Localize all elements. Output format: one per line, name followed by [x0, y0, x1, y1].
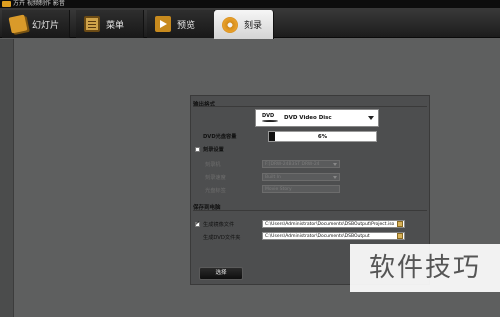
output-format-value: DVD Video Disc — [284, 115, 332, 121]
menu-icon — [84, 16, 100, 32]
chevron-down-icon — [333, 176, 337, 179]
tab-menu[interactable]: 菜单 — [76, 10, 144, 38]
folder-browse-icon[interactable] — [397, 233, 403, 239]
burner-label: 刻录机 — [205, 162, 221, 168]
burn-settings-checkbox[interactable] — [195, 147, 200, 152]
dvd-capacity-bar: 6% — [268, 131, 377, 142]
burn-settings-label: 刻录设置 — [203, 147, 224, 153]
iso-path-input[interactable]: C:\Users\Administrator\Documents\DSBOutp… — [262, 220, 405, 228]
burn-speed-value: Built In — [265, 175, 281, 180]
tab-burn[interactable]: 刻录 — [214, 10, 274, 39]
window-title: 方卉 视频制作 影音 — [13, 0, 65, 7]
select-button[interactable]: 选择 — [199, 267, 243, 280]
dvd-logo-icon: DVD — [262, 113, 278, 123]
tab-preview-label: 预览 — [177, 20, 196, 31]
tab-menu-label: 菜单 — [106, 20, 125, 31]
burn-speed-select[interactable]: Built In — [262, 173, 340, 181]
tab-burn-label: 刻录 — [244, 21, 263, 31]
generate-iso-label: 生成镜像文件 — [203, 222, 235, 228]
iso-path-value: C:\Users\Administrator\Documents\DSBOutp… — [265, 222, 395, 227]
burn-disc-icon — [222, 16, 238, 33]
watermark-text: 软件技巧 — [350, 244, 500, 292]
generate-iso-checkbox[interactable] — [195, 220, 200, 227]
slides-icon — [8, 14, 28, 34]
dvd-folder-path-input[interactable]: C:\Users\Administrator\Documents\DSBOutp… — [262, 232, 405, 240]
tab-preview[interactable]: 预览 — [147, 10, 215, 38]
tab-slides[interactable]: 幻灯片 — [2, 10, 70, 38]
preview-icon — [155, 16, 171, 32]
tab-bar: 幻灯片 菜单 预览 刻录 — [0, 8, 500, 39]
tab-slides-label: 幻灯片 — [32, 20, 60, 31]
disc-label-input[interactable]: Movie Story — [262, 185, 340, 193]
folder-browse-icon[interactable] — [397, 221, 403, 227]
dvd-capacity-label: DVD光盘容量 — [203, 134, 237, 140]
burn-speed-label: 刻录速度 — [205, 175, 226, 181]
burner-value: F:[DRW-24B3ST DRW-24 — [265, 162, 320, 167]
app-logo-icon — [2, 1, 11, 7]
title-bar: 方卉 视频制作 影音 — [0, 0, 500, 8]
dvd-folder-label: 生成DVD文件夹 — [203, 235, 241, 241]
chevron-down-icon — [368, 116, 374, 120]
dvd-capacity-percent: 6% — [317, 134, 328, 140]
burner-select[interactable]: F:[DRW-24B3ST DRW-24 — [262, 160, 340, 168]
disc-label-value: Movie Story — [265, 187, 292, 192]
chevron-down-icon — [333, 163, 337, 166]
output-format-select[interactable]: DVD DVD Video Disc — [255, 109, 379, 127]
divider — [193, 210, 427, 211]
left-pane — [0, 39, 14, 317]
disc-label-label: 光盘标签 — [205, 188, 226, 194]
dvd-folder-path-value: C:\Users\Administrator\Documents\DSBOutp… — [265, 234, 370, 239]
divider — [193, 106, 427, 107]
